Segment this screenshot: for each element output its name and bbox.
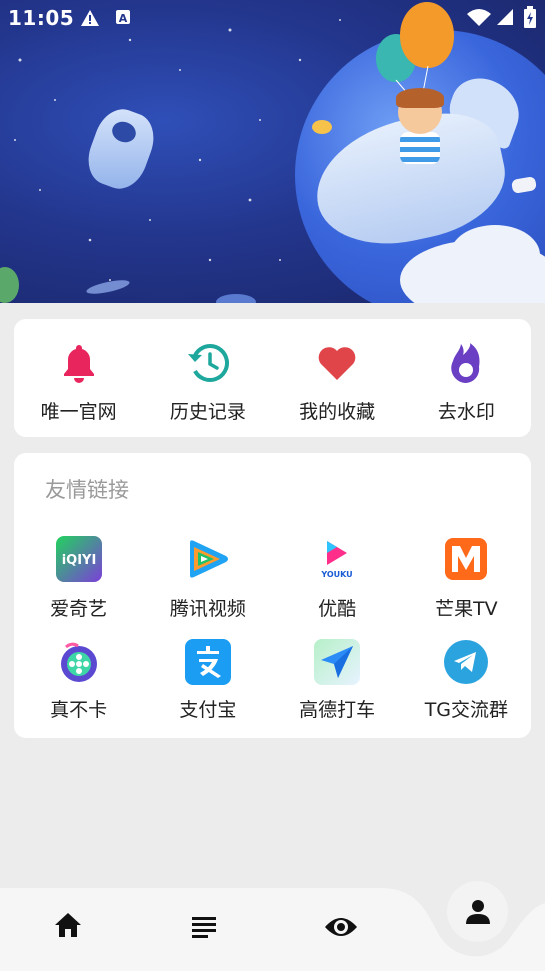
svg-text:YOUKU: YOUKU (320, 570, 352, 579)
history-icon (186, 341, 230, 385)
link-label: 芒果TV (435, 598, 498, 620)
quick-action-remove-watermark[interactable]: 去水印 (402, 341, 531, 424)
nav-list[interactable] (184, 912, 224, 942)
quick-action-official-site[interactable]: 唯一官网 (14, 341, 143, 424)
cloud-illustration (450, 225, 540, 285)
mango-tv-icon (443, 536, 489, 582)
link-alipay[interactable]: 支付宝 (143, 639, 272, 722)
alert-icon (81, 10, 99, 26)
list-icon (192, 917, 216, 938)
nav-watch[interactable] (321, 912, 361, 942)
link-iqiyi[interactable]: iQIYI 爱奇艺 (14, 536, 143, 621)
link-mango-tv[interactable]: 芒果TV (402, 536, 531, 621)
boy-illustration-body (400, 132, 440, 164)
link-label: 高德打车 (299, 699, 376, 721)
quick-action-label: 我的收藏 (299, 401, 376, 423)
quick-actions-card: 唯一官网 历史记录 我的收藏 去水印 (14, 319, 531, 437)
link-tg-group[interactable]: TG交流群 (402, 639, 531, 722)
boy-illustration-hair (396, 88, 444, 108)
link-tencent-video[interactable]: 腾讯视频 (143, 536, 272, 621)
link-label: 爱奇艺 (50, 598, 108, 620)
bell-icon (57, 341, 101, 385)
status-bar: 11:05 A (0, 0, 545, 34)
wifi-icon (467, 9, 491, 26)
link-amap-taxi[interactable]: 高德打车 (273, 639, 402, 722)
quick-action-label: 去水印 (437, 401, 495, 423)
link-zhenbuka[interactable]: 真不卡 (14, 639, 143, 722)
youku-icon: YOUKU (314, 536, 360, 582)
iqiyi-icon: iQIYI (55, 536, 102, 582)
alipay-icon (184, 639, 231, 685)
svg-text:iQIYI: iQIYI (61, 553, 96, 567)
link-label: 支付宝 (179, 699, 237, 721)
nav-home[interactable] (48, 910, 88, 940)
quick-action-favorites[interactable]: 我的收藏 (273, 341, 402, 424)
coin-illustration (312, 120, 332, 134)
tencent-video-icon (185, 536, 231, 582)
link-label: 真不卡 (50, 699, 108, 721)
link-label: 优酷 (318, 598, 357, 620)
section-title: 友情链接 (45, 478, 129, 502)
telegram-icon (443, 639, 489, 685)
status-time: 11:05 (8, 6, 75, 30)
quick-action-history[interactable]: 历史记录 (143, 341, 272, 424)
film-reel-icon (56, 639, 102, 685)
amap-icon (314, 639, 361, 685)
heart-icon (315, 341, 359, 385)
flame-icon (444, 341, 488, 385)
home-icon (55, 913, 81, 937)
link-label: 腾讯视频 (169, 598, 246, 620)
person-icon (465, 899, 490, 924)
quick-action-label: 唯一官网 (40, 401, 117, 423)
quick-action-label: 历史记录 (169, 401, 246, 423)
profile-button[interactable] (447, 881, 508, 942)
banner-image: 11:05 A (0, 0, 545, 303)
eye-icon (325, 918, 357, 936)
svg-text:A: A (119, 12, 128, 25)
signal-icon (497, 9, 513, 25)
link-youku[interactable]: YOUKU 优酷 (273, 536, 402, 621)
friendly-links-card: 友情链接 iQIYI 爱奇艺 腾讯视频 YOUKU 优酷 芒果TV 真不卡 支付… (14, 453, 531, 738)
battery-icon (524, 6, 536, 28)
a-box-icon: A (116, 10, 130, 25)
link-label: TG交流群 (424, 699, 509, 721)
